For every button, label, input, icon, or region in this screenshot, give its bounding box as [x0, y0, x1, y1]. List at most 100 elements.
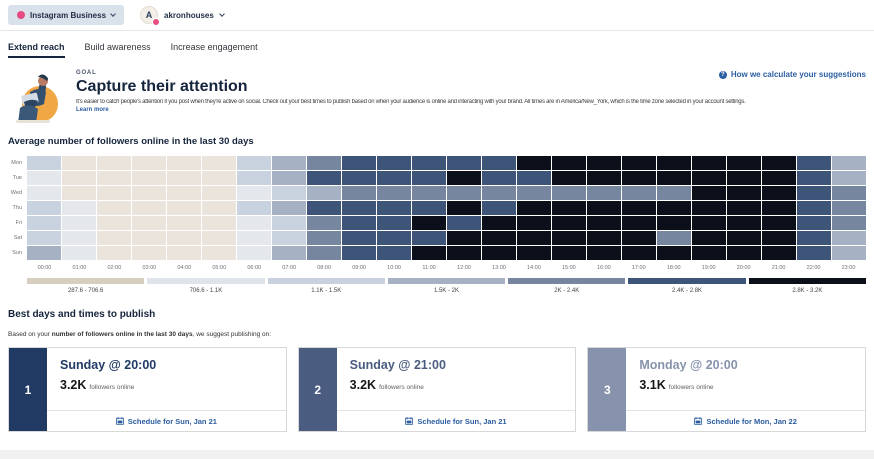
tab-build-awareness[interactable]: Build awareness [85, 42, 151, 58]
heatmap-cell [552, 246, 586, 260]
heatmap-cell [167, 246, 201, 260]
heatmap-cell [692, 186, 726, 200]
heatmap-cell [832, 216, 866, 230]
heatmap-cell [622, 186, 656, 200]
heatmap-cell [97, 201, 131, 215]
heatmap-hour-label: 16:00 [586, 265, 621, 271]
heatmap-cell [132, 216, 166, 230]
heatmap-cell [237, 201, 271, 215]
heatmap-hour-label: 07:00 [272, 265, 307, 271]
suggestion-card-1: 1 Sunday @ 20:00 3.2K followers online S… [8, 347, 287, 432]
schedule-button[interactable]: Schedule for Sun, Jan 21 [337, 410, 576, 431]
instagram-badge-icon [152, 18, 160, 26]
calendar-icon [694, 417, 702, 425]
heatmap-cell [797, 156, 831, 170]
learn-more-link[interactable]: Learn more [76, 107, 746, 113]
heatmap-cell [552, 201, 586, 215]
heatmap-cell [377, 246, 411, 260]
suggested-time: Sunday @ 21:00 [350, 358, 563, 372]
heatmap-cell [657, 231, 691, 245]
heatmap-cell [412, 156, 446, 170]
heatmap-cell [587, 171, 621, 185]
heatmap-cell [552, 186, 586, 200]
heatmap-cell [377, 201, 411, 215]
heatmap-title: Average number of followers online in th… [8, 136, 866, 147]
goal-title: Capture their attention [76, 78, 746, 96]
heatmap-cell [797, 216, 831, 230]
intro-suffix: , we suggest publishing on: [193, 331, 271, 338]
heatmap-cell [202, 201, 236, 215]
heatmap-day-label: Wed [0, 186, 27, 201]
heatmap-cell [692, 216, 726, 230]
heatmap-legend-item: 2.8K - 3.2K [749, 278, 866, 294]
heatmap-cell [447, 246, 481, 260]
heatmap-hour-label: 10:00 [377, 265, 412, 271]
instagram-network-icon [17, 11, 25, 19]
heatmap-cell [342, 156, 376, 170]
heatmap-hour-label: 23:00 [831, 265, 866, 271]
heatmap-hour-label: 09:00 [342, 265, 377, 271]
heatmap-cell [202, 186, 236, 200]
intro-bold: number of followers online in the last 3… [52, 331, 193, 338]
heatmap-day-label: Fri [0, 216, 27, 231]
followers-count: 3.2K [60, 378, 86, 392]
heatmap-cell [622, 201, 656, 215]
heatmap-cell [342, 186, 376, 200]
heatmap-cell [657, 156, 691, 170]
heatmap-cell [307, 246, 341, 260]
heatmap-hour-label: 08:00 [307, 265, 342, 271]
heatmap-cell [237, 186, 271, 200]
heatmap-cell [62, 156, 96, 170]
heatmap-cell [517, 186, 551, 200]
heatmap-cell [412, 186, 446, 200]
how-we-calculate-link[interactable]: ? How we calculate your suggestions [719, 70, 866, 79]
goal-tabs: Extend reach Build awareness Increase en… [0, 31, 874, 58]
heatmap-cell [447, 201, 481, 215]
heatmap-legend-label: 2.4K - 2.8K [628, 288, 745, 294]
followers-count-label: followers online [379, 384, 424, 391]
heatmap-cell [622, 231, 656, 245]
network-selector[interactable]: Instagram Business [8, 5, 124, 25]
heatmap-cell [832, 156, 866, 170]
heatmap-legend-swatch [508, 278, 625, 284]
heatmap-cell [482, 231, 516, 245]
heatmap-cell [307, 156, 341, 170]
heatmap-cell [447, 231, 481, 245]
heatmap-cell [97, 246, 131, 260]
heatmap-cell [587, 156, 621, 170]
heatmap-hour-label: 13:00 [481, 265, 516, 271]
heatmap-cell [762, 246, 796, 260]
heatmap-cell [692, 171, 726, 185]
heatmap-hour-label: 03:00 [132, 265, 167, 271]
heatmap-cell [657, 216, 691, 230]
heatmap-cell [797, 246, 831, 260]
followers-count-label: followers online [669, 384, 714, 391]
question-mark-icon: ? [719, 71, 727, 79]
heatmap-cell [482, 156, 516, 170]
heatmap-cell [27, 156, 61, 170]
heatmap-legend-label: 2K - 2.4K [508, 288, 625, 294]
schedule-button-label: Schedule for Sun, Jan 21 [128, 417, 217, 426]
schedule-button[interactable]: Schedule for Sun, Jan 21 [47, 410, 286, 431]
schedule-button[interactable]: Schedule for Mon, Jan 22 [626, 410, 865, 431]
heatmap-cell [412, 201, 446, 215]
heatmap-cell [727, 201, 761, 215]
heatmap-legend-swatch [147, 278, 264, 284]
heatmap-cell [762, 216, 796, 230]
tab-increase-engagement[interactable]: Increase engagement [171, 42, 258, 58]
heatmap-cell [482, 171, 516, 185]
heatmap-cell [167, 171, 201, 185]
heatmap-cell [797, 171, 831, 185]
account-selector[interactable]: A akronhouses [140, 6, 224, 24]
suggested-time: Monday @ 20:00 [639, 358, 852, 372]
heatmap-cell [727, 186, 761, 200]
heatmap-legend-item: 2K - 2.4K [508, 278, 625, 294]
heatmap-cell [762, 186, 796, 200]
heatmap-cell [27, 186, 61, 200]
heatmap-day-label: Mon [0, 156, 27, 171]
heatmap-cell [727, 171, 761, 185]
heatmap-cell [132, 186, 166, 200]
heatmap-cell [307, 186, 341, 200]
tab-extend-reach[interactable]: Extend reach [8, 42, 65, 58]
heatmap-cell [307, 201, 341, 215]
